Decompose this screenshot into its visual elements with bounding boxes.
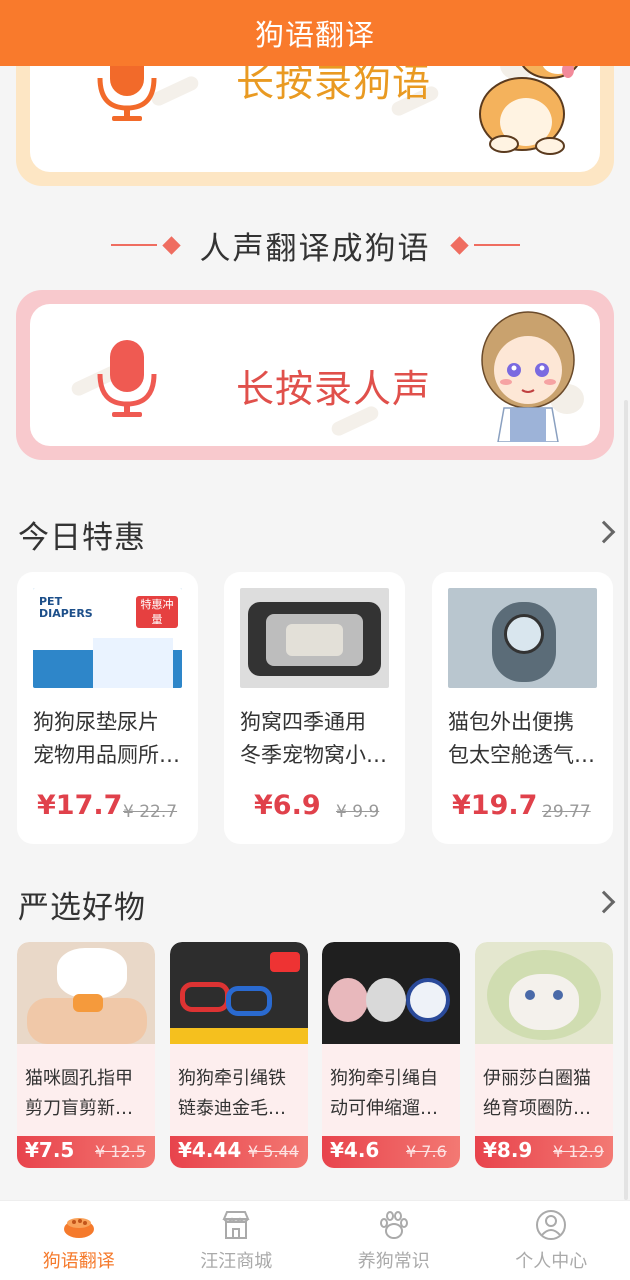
picks-section-title: 严选好物 — [18, 890, 146, 926]
page-title: 狗语翻译 — [0, 0, 630, 66]
record-human-label: 长按录人声 — [236, 367, 432, 411]
pick-price: ¥8.9 — [483, 1138, 533, 1162]
translate-section-title: 人声翻译成狗语 — [199, 230, 431, 267]
deal-price: ¥19.7 — [452, 790, 538, 821]
bottom-tab-bar: 狗语翻译 汪汪商城 养狗常识 个人中心 — [0, 1200, 630, 1280]
deal-title: 猫包外出便携 包太空舱透气… — [448, 710, 595, 767]
tab-dog-translate[interactable]: 狗语翻译 — [0, 1201, 158, 1280]
diamond-icon — [161, 235, 181, 255]
deals-section-title: 今日特惠 — [18, 520, 146, 556]
girl-illustration — [481, 311, 575, 442]
user-icon — [536, 1210, 567, 1240]
pick-title: 伊丽莎白圈猫 绝育项圈防… — [483, 1068, 591, 1119]
pick-price: ¥4.44 — [178, 1138, 242, 1162]
deal-product-image — [240, 588, 389, 688]
pick-product-image — [170, 942, 308, 1044]
pick-price: ¥7.5 — [25, 1138, 75, 1162]
pick-title: 狗狗牵引绳铁 链泰迪金毛… — [178, 1068, 286, 1119]
tab-label: 汪汪商城 — [200, 1251, 273, 1272]
deal-title: 狗窝四季通用 冬季宠物窝小… — [240, 710, 387, 767]
deal-original-price: ¥ 22.7 — [123, 802, 178, 822]
pick-card[interactable]: 狗狗牵引绳自 动可伸缩遛… ¥4.6 ¥ 7.6 — [322, 942, 460, 1168]
tab-profile[interactable]: 个人中心 — [473, 1201, 630, 1280]
tab-dog-knowledge[interactable]: 养狗常识 — [315, 1201, 473, 1280]
translate-section-divider: 人声翻译成狗语 — [0, 222, 630, 268]
dog-bowl-icon — [63, 1218, 94, 1238]
pick-card[interactable]: 伊丽莎白圈猫 绝育项圈防… ¥8.9 ¥ 12.9 — [475, 942, 613, 1168]
deal-original-price: ¥ 9.9 — [336, 802, 380, 822]
deal-price: ¥17.7 — [37, 790, 123, 821]
record-human-button[interactable]: 长按录人声 — [30, 304, 600, 446]
deal-card[interactable]: PET DIAPERS 特惠冲量 狗狗尿垫尿片 宠物用品厕所… ¥17.7 ¥ … — [17, 572, 198, 844]
pick-original-price: ¥ 12.5 — [95, 1142, 146, 1161]
pick-product-image — [322, 942, 460, 1044]
tab-label: 狗语翻译 — [42, 1251, 115, 1272]
deal-original-price: 29.77 — [542, 802, 591, 822]
deal-product-image — [448, 588, 597, 688]
pick-price: ¥4.6 — [330, 1138, 380, 1162]
deal-card[interactable]: 狗窝四季通用 冬季宠物窝小… ¥6.9 ¥ 9.9 — [224, 572, 405, 844]
pick-card[interactable]: 猫咪圆孔指甲 剪刀盲剪新… ¥7.5 ¥ 12.5 — [17, 942, 155, 1168]
pick-title: 猫咪圆孔指甲 剪刀盲剪新… — [25, 1068, 133, 1119]
diamond-icon — [449, 235, 469, 255]
picks-more-chevron-icon[interactable] — [592, 890, 616, 914]
pick-original-price: ¥ 12.9 — [553, 1142, 604, 1161]
paw-icon — [379, 1211, 408, 1239]
deal-product-image: PET DIAPERS 特惠冲量 — [33, 588, 182, 688]
pick-title: 狗狗牵引绳自 动可伸缩遛… — [330, 1068, 438, 1119]
pick-original-price: ¥ 7.6 — [406, 1142, 447, 1161]
tab-label: 养狗常识 — [357, 1251, 430, 1272]
record-human-card[interactable]: 长按录人声 — [16, 290, 614, 460]
pick-original-price: ¥ 5.44 — [248, 1142, 299, 1161]
pick-product-image — [17, 942, 155, 1044]
deal-badge: 特惠冲量 — [136, 596, 178, 628]
deal-title: 狗狗尿垫尿片 宠物用品厕所… — [33, 710, 180, 767]
scrollbar[interactable] — [624, 400, 628, 1200]
deals-more-chevron-icon[interactable] — [592, 520, 616, 544]
shop-icon — [222, 1211, 250, 1239]
tab-label: 个人中心 — [515, 1251, 588, 1272]
tab-shop[interactable]: 汪汪商城 — [158, 1201, 316, 1280]
pick-product-image — [475, 942, 613, 1044]
microphone-icon — [97, 340, 157, 417]
pick-card[interactable]: 狗狗牵引绳铁 链泰迪金毛… ¥4.44 ¥ 5.44 — [170, 942, 308, 1168]
deal-price: ¥6.9 — [254, 790, 321, 821]
deal-card[interactable]: 猫包外出便携 包太空舱透气… ¥19.7 29.77 — [432, 572, 613, 844]
